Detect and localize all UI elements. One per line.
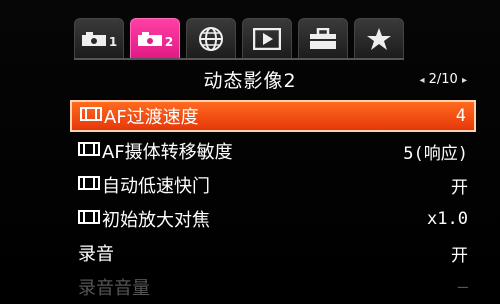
- tab-playback[interactable]: [242, 18, 292, 58]
- menu-item-initial-focus-mag[interactable]: 初始放大对焦 x1.0: [70, 202, 476, 236]
- menu-item-af-transition-speed[interactable]: AF过渡速度 4: [70, 100, 476, 132]
- next-page-icon[interactable]: ▸: [462, 75, 467, 86]
- camera-icon: [137, 31, 163, 47]
- tab-setup[interactable]: [298, 18, 348, 58]
- menu-item-label: 录音音量: [78, 278, 150, 299]
- menu-item-auto-slow-shutter[interactable]: 自动低速快门 开: [70, 168, 476, 202]
- camera-menu-screen: 1 2 动态影像2 ◂ 2/10 ▸ AF过渡速度 4 AF摄体转移敏度 5(响…: [0, 0, 500, 299]
- camera-icon: [81, 31, 107, 47]
- menu-item-label: AF过渡速度: [104, 107, 199, 128]
- page-number: 2/10: [428, 72, 458, 87]
- menu-item-value: 4: [455, 106, 466, 126]
- menu-item-label: 初始放大对焦: [102, 210, 210, 231]
- tab-number: 1: [108, 35, 118, 49]
- menu-item-value: x1.0: [427, 209, 468, 229]
- menu-item-audio-level: 录音音量 –: [70, 270, 476, 304]
- menu-item-label: AF摄体转移敏度: [102, 142, 233, 163]
- star-icon: [366, 27, 392, 51]
- menu-item-label: 录音: [78, 244, 114, 265]
- page-indicator: ◂ 2/10 ▸: [419, 72, 467, 87]
- menu-list: AF过渡速度 4 AF摄体转移敏度 5(响应) 自动低速快门 开 初始放大对焦 …: [70, 100, 476, 304]
- menu-tab-bar: 1 2: [74, 18, 404, 60]
- menu-item-audio-recording[interactable]: 录音 开: [70, 236, 476, 270]
- menu-item-value: 5(响应): [403, 143, 468, 164]
- movie-icon: [80, 106, 102, 127]
- menu-item-af-subject-shift[interactable]: AF摄体转移敏度 5(响应): [70, 134, 476, 168]
- menu-item-value: 开: [451, 177, 468, 198]
- tab-divider: [74, 58, 404, 60]
- menu-item-value: 开: [451, 245, 468, 266]
- tab-shooting-1[interactable]: 1: [74, 18, 124, 58]
- tab-shooting-2[interactable]: 2: [130, 18, 180, 58]
- movie-icon: [78, 175, 100, 196]
- tab-network[interactable]: [186, 18, 236, 58]
- globe-icon: [198, 26, 224, 52]
- menu-item-value: –: [457, 277, 468, 297]
- tab-my-menu[interactable]: [354, 18, 404, 58]
- playback-icon: [253, 27, 281, 50]
- tab-number: 2: [164, 35, 174, 49]
- prev-page-icon[interactable]: ◂: [419, 75, 424, 86]
- menu-item-label: 自动低速快门: [102, 176, 210, 197]
- movie-icon: [78, 209, 100, 230]
- toolbox-icon: [309, 27, 337, 50]
- movie-icon: [78, 141, 100, 162]
